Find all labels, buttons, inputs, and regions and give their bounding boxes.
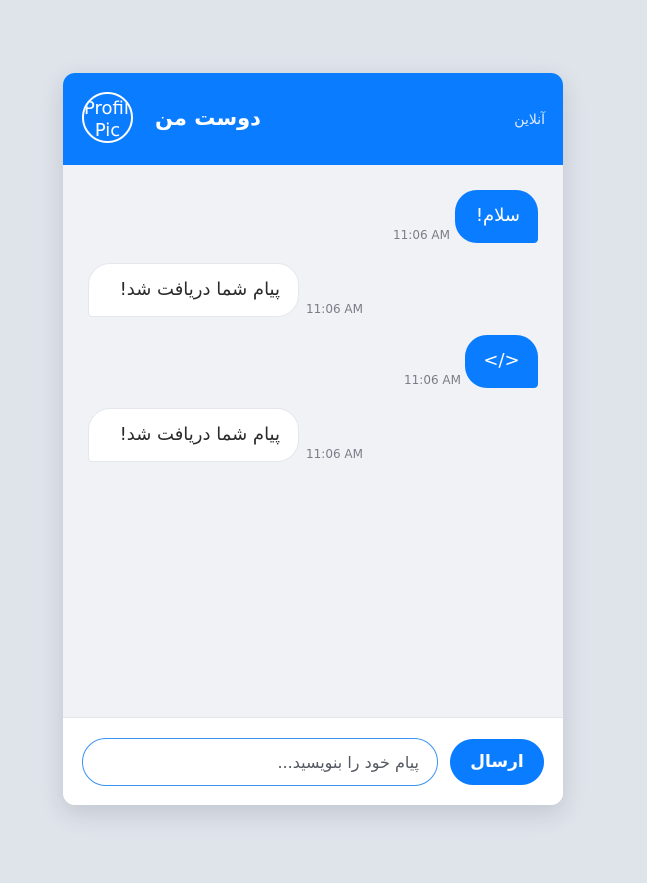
avatar[interactable]: Profile Pic [82, 92, 133, 143]
message-composer: ارسال [63, 717, 563, 805]
message-timestamp: 11:06 AM [306, 302, 363, 316]
chat-window: Profile Pic دوست من آنلاین سلام! 11:06 A… [63, 73, 563, 805]
chat-header: Profile Pic دوست من آنلاین [63, 73, 563, 165]
status-badge: آنلاین [514, 112, 545, 128]
message-bubble: سلام! [455, 190, 538, 243]
send-button[interactable]: ارسال [450, 739, 544, 785]
message-bubble: </> [465, 335, 538, 388]
message-timestamp: 11:06 AM [393, 228, 450, 242]
contact-name: دوست من [155, 106, 261, 130]
message-list[interactable]: سلام! 11:06 AM پیام شما دریافت شد! 11:06… [63, 165, 563, 717]
message-bubble: پیام شما دریافت شد! [88, 263, 299, 317]
message-timestamp: 11:06 AM [404, 373, 461, 387]
message-timestamp: 11:06 AM [306, 447, 363, 461]
message-bubble: پیام شما دریافت شد! [88, 408, 299, 462]
message-input[interactable] [82, 738, 438, 786]
